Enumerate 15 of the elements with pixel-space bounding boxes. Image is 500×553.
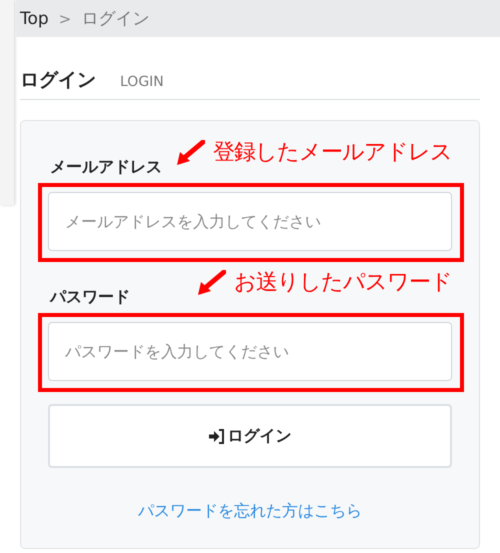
arrow-icon xyxy=(196,270,226,297)
breadcrumb-separator: > xyxy=(58,10,72,28)
login-button[interactable]: ログイン xyxy=(48,404,452,468)
field-label: パスワード xyxy=(50,287,131,308)
breadcrumb-link[interactable]: Top xyxy=(20,8,49,28)
annotation-text: 登録したメールアドレス xyxy=(213,139,452,167)
input-field[interactable]: メールアドレスを入力してください xyxy=(48,192,452,251)
annotation-text: お送りしたパスワード xyxy=(234,269,452,297)
field-label: メールアドレス xyxy=(50,157,163,178)
arrow-icon xyxy=(175,140,205,167)
sign-in-icon xyxy=(208,428,224,444)
page-title: ログイン xyxy=(20,68,96,93)
input-field[interactable]: パスワードを入力してください xyxy=(48,322,452,381)
breadcrumb-current: ログイン xyxy=(81,8,150,30)
page-subtitle: LOGIN xyxy=(120,74,164,90)
